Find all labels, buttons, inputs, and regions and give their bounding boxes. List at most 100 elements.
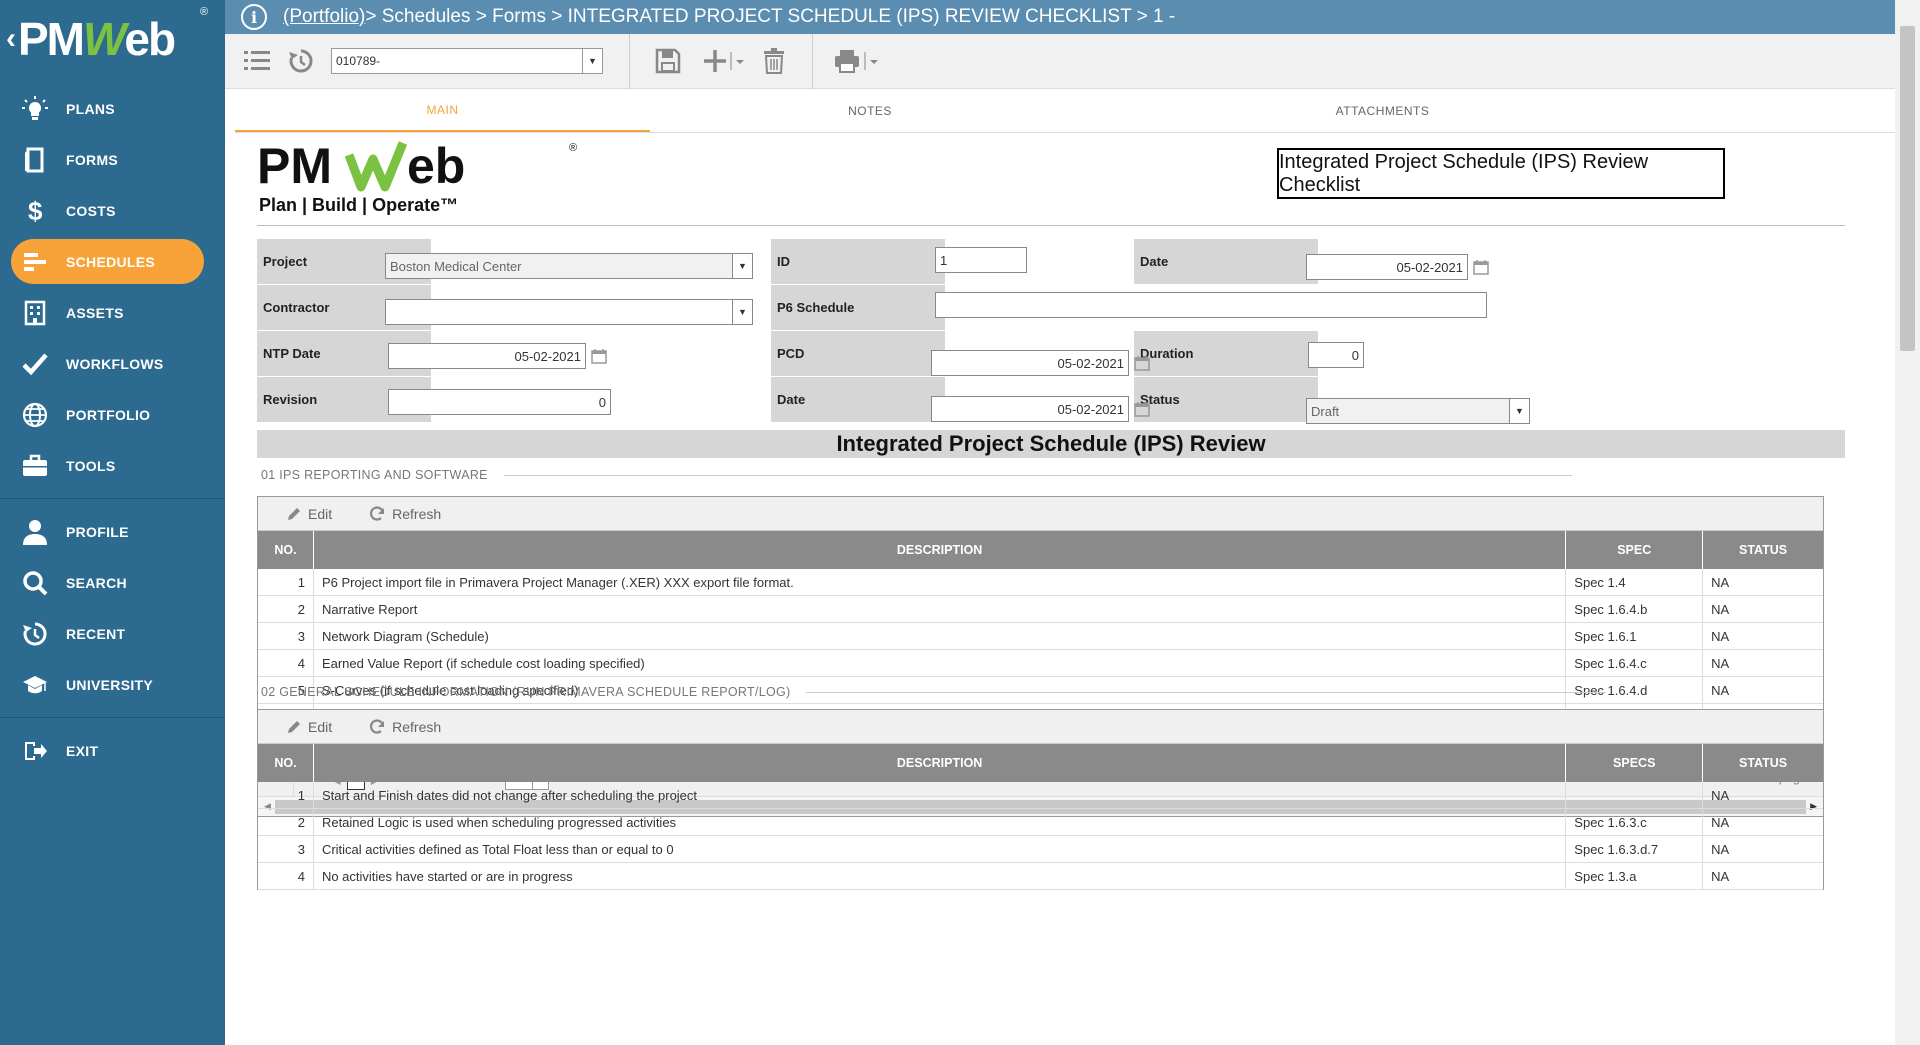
- sidebar-item-label: PROFILE: [66, 524, 129, 540]
- revision-input[interactable]: 0: [388, 389, 611, 415]
- record-select[interactable]: 010789- ▼: [331, 48, 603, 74]
- person-icon: [20, 517, 50, 547]
- col-spec[interactable]: SPEC: [1566, 531, 1703, 569]
- grid1-edit-button[interactable]: Edit: [286, 506, 332, 522]
- col-description[interactable]: DESCRIPTION: [314, 531, 1566, 569]
- col-status[interactable]: STATUS: [1703, 531, 1823, 569]
- project-select[interactable]: Boston Medical Center ▼: [385, 253, 753, 279]
- logo-tagline: Plan | Build | Operate™: [259, 195, 458, 216]
- vscroll-thumb[interactable]: [1900, 26, 1915, 351]
- cell-spec: Spec 1.3.a: [1566, 863, 1703, 889]
- sidebar-item-recent[interactable]: RECENT: [0, 611, 225, 656]
- sidebar: ‹ PMWeb ® PLANS FORMS $COSTS SCHEDULES ASSET…: [0, 0, 225, 1045]
- ntp-date-input[interactable]: 05-02-2021: [388, 343, 586, 369]
- date2-input[interactable]: 05-02-2021: [931, 396, 1129, 422]
- table-row[interactable]: 1P6 Project import file in Primavera Pro…: [258, 569, 1823, 596]
- save-icon[interactable]: [650, 43, 686, 79]
- chevron-down-icon[interactable]: ▼: [732, 254, 752, 278]
- history-icon: [20, 619, 50, 649]
- tab-notes[interactable]: NOTES: [650, 89, 1090, 132]
- grid2-refresh-label: Refresh: [392, 719, 441, 735]
- grid1-refresh-label: Refresh: [392, 506, 441, 522]
- sidebar-item-exit[interactable]: EXIT: [0, 728, 225, 773]
- delete-icon[interactable]: [756, 43, 792, 79]
- cell-status: NA: [1703, 863, 1823, 889]
- grid2-edit-label: Edit: [308, 719, 332, 735]
- sidebar-item-label: UNIVERSITY: [66, 677, 153, 693]
- table-row[interactable]: 4Earned Value Report (if schedule cost l…: [258, 650, 1823, 677]
- chevron-down-icon[interactable]: ▼: [732, 300, 752, 324]
- col-status[interactable]: STATUS: [1703, 744, 1823, 782]
- sidebar-item-schedules[interactable]: SCHEDULES: [11, 239, 204, 284]
- cell-status: NA: [1703, 569, 1823, 595]
- sidebar-item-university[interactable]: UNIVERSITY: [0, 662, 225, 707]
- sidebar-item-label: SEARCH: [66, 575, 127, 591]
- calendar-icon[interactable]: [1473, 259, 1489, 275]
- checkmark-icon: [20, 349, 50, 379]
- date-label: Date: [1134, 239, 1318, 284]
- sidebar-item-costs[interactable]: $COSTS: [0, 188, 225, 233]
- grid2-refresh-button[interactable]: Refresh: [368, 718, 441, 736]
- contractor-select[interactable]: ▼: [385, 299, 753, 325]
- form-content: PM eb ® Plan | Build | Operate™ Integrat…: [235, 133, 1895, 1045]
- table-row[interactable]: 4No activities have started or are in pr…: [258, 863, 1823, 890]
- info-icon[interactable]: i: [241, 4, 267, 30]
- add-icon[interactable]: [702, 43, 748, 79]
- status-select[interactable]: Draft ▼: [1306, 398, 1530, 424]
- table-row[interactable]: 3Network Diagram (Schedule)Spec 1.6.1NA: [258, 623, 1823, 650]
- grid2-edit-button[interactable]: Edit: [286, 719, 332, 735]
- building-icon: [20, 298, 50, 328]
- sidebar-item-profile[interactable]: PROFILE: [0, 509, 225, 554]
- table-row[interactable]: 3Critical activities defined as Total Fl…: [258, 836, 1823, 863]
- table-row[interactable]: 2Narrative ReportSpec 1.6.4.bNA: [258, 596, 1823, 623]
- sidebar-item-label: EXIT: [66, 743, 98, 759]
- tab-bar: MAIN NOTES ATTACHMENTS: [235, 89, 1895, 133]
- col-specs[interactable]: SPECS: [1566, 744, 1703, 782]
- chevron-down-icon[interactable]: ▼: [582, 49, 602, 73]
- sidebar-item-label: ASSETS: [66, 305, 124, 321]
- sidebar-item-tools[interactable]: TOOLS: [0, 443, 225, 488]
- id-input[interactable]: 1: [935, 247, 1027, 273]
- svg-text:eb: eb: [407, 138, 465, 194]
- sidebar-item-plans[interactable]: PLANS: [0, 86, 225, 131]
- duration-input[interactable]: 0: [1308, 342, 1364, 368]
- sidebar-item-portfolio[interactable]: PORTFOLIO: [0, 392, 225, 437]
- cell-spec: Spec 1.6.3.d.7: [1566, 836, 1703, 862]
- pmweb-form-logo: PM eb ® Plan | Build | Operate™: [257, 137, 617, 227]
- sidebar-item-assets[interactable]: ASSETS: [0, 290, 225, 335]
- date-input[interactable]: 05-02-2021: [1306, 254, 1468, 280]
- back-chevron-icon[interactable]: ‹: [6, 22, 16, 56]
- chevron-down-icon[interactable]: ▼: [1509, 399, 1529, 423]
- breadcrumb-path: > Schedules > Forms > INTEGRATED PROJECT…: [365, 6, 1175, 28]
- grid2: Edit Refresh NO. DESCRIPTION SPECS STATU…: [257, 709, 1824, 890]
- table-row[interactable]: 2Retained Logic is used when scheduling …: [258, 809, 1823, 836]
- p6-schedule-input[interactable]: [935, 292, 1487, 318]
- breadcrumb-portfolio-link[interactable]: (Portfolio): [283, 6, 365, 28]
- pcd-input[interactable]: 05-02-2021: [931, 350, 1129, 376]
- dollar-icon: $: [20, 196, 50, 226]
- page-vscroll[interactable]: [1895, 0, 1920, 1045]
- search-icon: [20, 568, 50, 598]
- form-title: Integrated Project Schedule (IPS) Review…: [1277, 148, 1725, 199]
- pmweb-logo[interactable]: ‹ PMWeb ®: [0, 0, 225, 78]
- cell-description: Network Diagram (Schedule): [314, 623, 1566, 649]
- history-icon[interactable]: [283, 43, 319, 79]
- col-no[interactable]: NO.: [258, 744, 314, 782]
- col-description[interactable]: DESCRIPTION: [314, 744, 1566, 782]
- tab-main[interactable]: MAIN: [235, 89, 650, 132]
- cell-status: NA: [1703, 623, 1823, 649]
- col-no[interactable]: NO.: [258, 531, 314, 569]
- calendar-icon[interactable]: [1134, 401, 1150, 417]
- tab-attachments[interactable]: ATTACHMENTS: [1090, 89, 1675, 132]
- print-icon[interactable]: [833, 43, 883, 79]
- table-row[interactable]: 1Start and Finish dates did not change a…: [258, 782, 1823, 809]
- sidebar-item-workflows[interactable]: WORKFLOWS: [0, 341, 225, 386]
- duration-label: Duration: [1134, 331, 1318, 376]
- calendar-icon[interactable]: [1134, 355, 1150, 371]
- cell-no: 4: [258, 863, 314, 889]
- list-icon[interactable]: [239, 43, 275, 79]
- grid1-refresh-button[interactable]: Refresh: [368, 505, 441, 523]
- calendar-icon[interactable]: [591, 348, 607, 364]
- sidebar-item-search[interactable]: SEARCH: [0, 560, 225, 605]
- sidebar-item-forms[interactable]: FORMS: [0, 137, 225, 182]
